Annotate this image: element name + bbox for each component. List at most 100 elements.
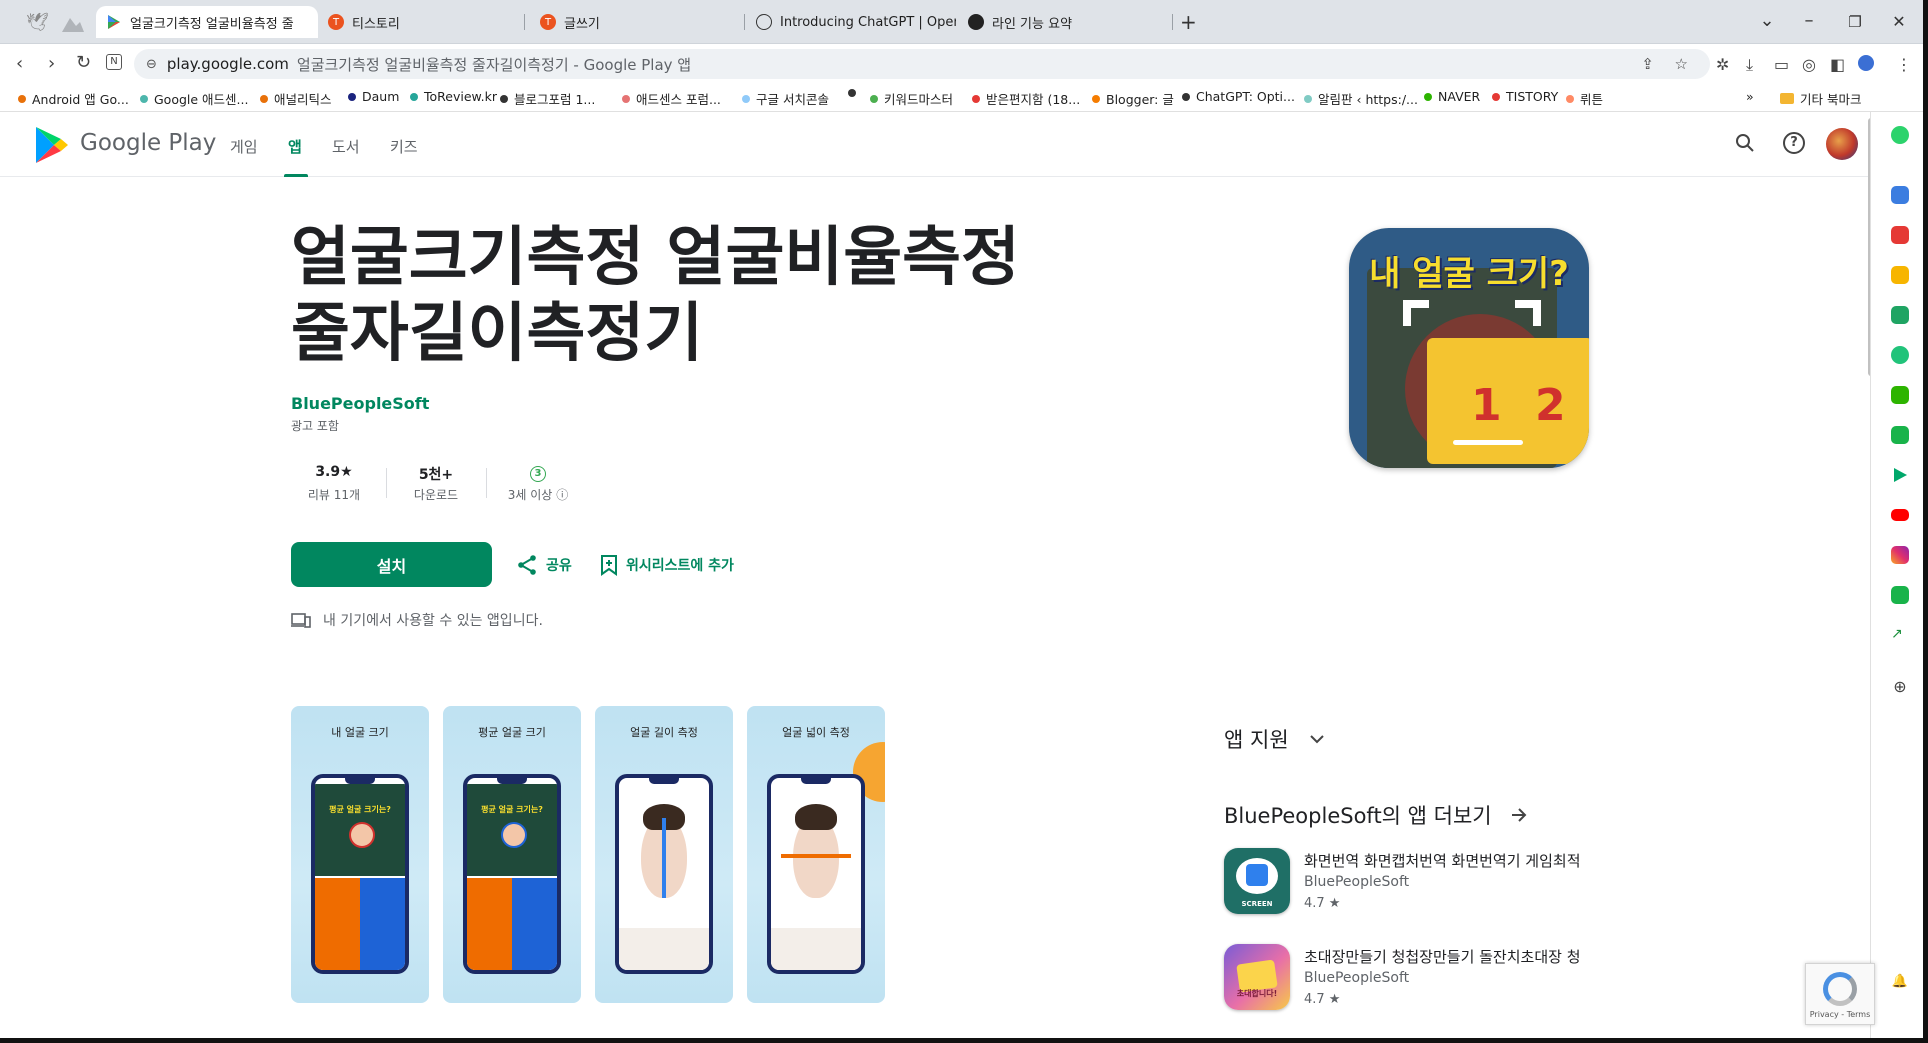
avatar-female-icon (349, 822, 375, 848)
bookmark-item[interactable]: ChatGPT: Opti... (1182, 89, 1295, 104)
sidebar-notification-icon[interactable]: 🔔 (1891, 974, 1909, 992)
sidebar-app-icon[interactable] (1891, 306, 1909, 324)
restore-button[interactable]: ❐ (1840, 13, 1870, 31)
bookmark-favicon-icon (18, 94, 26, 103)
bookmark-item[interactable]: Android 앱 Go... (18, 89, 129, 108)
install-button[interactable]: 설치 (291, 542, 492, 587)
bookmark-star-icon[interactable]: ☆ (1675, 55, 1688, 73)
sidebar-add-icon[interactable]: ⊕ (1891, 678, 1909, 696)
avatar[interactable] (1826, 128, 1858, 160)
tab-play-store[interactable]: 얼굴크기측정 얼굴비율측정 줄 (96, 6, 318, 38)
tab-line[interactable]: 라인 기능 요약 (958, 6, 1158, 38)
forward-icon[interactable]: › (48, 53, 55, 74)
tab-chatgpt[interactable]: Introducing ChatGPT | OpenA (746, 6, 956, 38)
sidebar-app-icon[interactable] (1891, 586, 1909, 604)
share-page-icon[interactable]: ⇪ (1641, 55, 1654, 73)
bookmark-item[interactable]: 키워드마스터 (870, 89, 953, 108)
related-app-item[interactable]: 초대합니다! 초대장만들기 청첩장만들기 돌잔치초대장 청 BluePeople… (1224, 944, 1604, 1014)
tab-search-button[interactable]: ⌄ (1752, 10, 1782, 31)
info-icon[interactable]: ⓘ (556, 488, 568, 502)
tab-write[interactable]: T 글쓰기 (530, 6, 730, 38)
tistory-favicon-icon: T (328, 14, 344, 30)
result-panel (360, 878, 405, 970)
nav-games[interactable]: 게임 (230, 136, 258, 157)
bookmark-item[interactable] (848, 89, 856, 97)
reader-icon[interactable]: N (106, 54, 122, 70)
download-icon[interactable]: ⤓ (1746, 55, 1753, 75)
bookmark-item[interactable]: 알림판 ‹ https:/... (1304, 89, 1418, 108)
bookmark-item[interactable]: 구글 서치콘솔 (742, 89, 829, 108)
developer-link[interactable]: BluePeopleSoft (291, 394, 429, 413)
bookmark-favicon-icon (848, 89, 856, 97)
google-play-logo-text[interactable]: Google Play (80, 130, 216, 156)
recaptcha-badge[interactable]: Privacy - Terms (1805, 963, 1875, 1025)
tab-tistory[interactable]: T 티스토리 (318, 6, 518, 38)
folder-label: 기타 북마크 (1800, 92, 1862, 107)
sidebar-instagram-icon[interactable] (1891, 546, 1909, 564)
bookmark-item[interactable]: Blogger: 글 (1092, 89, 1174, 108)
sidebar-app-icon[interactable] (1891, 386, 1909, 404)
bookmark-item[interactable]: Google 애드센... (140, 89, 248, 108)
nav-apps[interactable]: 앱 (288, 136, 302, 157)
nav-kids[interactable]: 키즈 (390, 136, 418, 157)
bookmark-item[interactable]: NAVER (1424, 89, 1480, 104)
google-play-logo-icon[interactable] (34, 126, 70, 168)
sidebar-app-icon[interactable] (1891, 186, 1909, 204)
extensions-icon[interactable]: ✲ (1716, 55, 1729, 74)
bookmark-item[interactable]: 블로그포럼 1... (500, 89, 595, 108)
bookmark-item[interactable]: ToReview.kr (410, 89, 497, 104)
stat-divider (386, 468, 387, 498)
icon-ruler-number: 1 (1471, 380, 1502, 431)
sidebar-youtube-icon[interactable] (1891, 509, 1909, 521)
recaptcha-links[interactable]: Privacy - Terms (1806, 1010, 1874, 1019)
bookmark-item[interactable]: 애널리틱스 (260, 89, 332, 108)
new-tab-button[interactable]: + (1180, 10, 1197, 34)
back-icon[interactable]: ‹ (16, 53, 23, 74)
screenshot-4[interactable]: 얼굴 넓이 측정 (747, 706, 885, 1003)
share-button[interactable]: 공유 (516, 554, 572, 576)
reload-icon[interactable]: ↻ (76, 52, 91, 73)
nav-books[interactable]: 도서 (332, 136, 360, 157)
camera-icon[interactable]: ▭ (1774, 55, 1789, 74)
profile-icon[interactable] (1858, 55, 1874, 71)
bookmark-label: Android 앱 Go... (32, 92, 129, 107)
width-measure-line (781, 854, 851, 858)
bookmark-item[interactable]: Daum (348, 89, 399, 104)
close-window-button[interactable]: ✕ (1884, 12, 1914, 31)
tab-separator (744, 14, 745, 30)
sidebar-app-icon[interactable] (1891, 226, 1909, 244)
sidebar-play-icon[interactable] (1891, 466, 1909, 484)
bookmark-item[interactable]: TISTORY (1492, 89, 1558, 104)
help-icon[interactable]: ? (1783, 132, 1805, 154)
other-bookmarks-folder[interactable]: 기타 북마크 (1780, 89, 1861, 108)
side-panel-icon[interactable]: ◧ (1830, 55, 1845, 74)
menu-kebab-icon[interactable]: ⋮ (1896, 55, 1912, 74)
sidebar-app-icon[interactable] (1891, 126, 1909, 144)
more-apps-link[interactable]: BluePeopleSoft의 앱 더보기 (1224, 800, 1528, 830)
site-info-icon[interactable]: ⊖ (146, 57, 157, 72)
tab-separator (524, 14, 525, 30)
screenshot-icon[interactable]: ◎ (1802, 55, 1816, 74)
sidebar-app-icon[interactable] (1891, 426, 1909, 444)
sidebar-chart-icon[interactable]: ↗ (1891, 626, 1909, 644)
screenshot-2[interactable]: 평균 얼굴 크기 평균 얼굴 크기는? (443, 706, 581, 1003)
sidebar-app-icon[interactable] (1891, 266, 1909, 284)
bookmark-item[interactable]: 뤼튼 (1566, 89, 1603, 108)
wishlist-button[interactable]: 위시리스트에 추가 (600, 554, 734, 576)
tab-title: 글쓰기 (564, 16, 600, 32)
related-app-item[interactable]: SCREEN 화면번역 화면캡처번역 화면번역기 게임최적 BluePeople… (1224, 848, 1604, 918)
bookmark-label: 뤼튼 (1580, 92, 1604, 107)
app-support-toggle[interactable]: 앱 지원 (1224, 724, 1325, 754)
minimize-button[interactable]: – (1794, 10, 1824, 31)
screenshot-1[interactable]: 내 얼굴 크기 평균 얼굴 크기는? (291, 706, 429, 1003)
bookmark-label: ToReview.kr (424, 89, 497, 104)
url-omnibox[interactable]: ⊖ play.google.com 얼굴크기측정 얼굴비율측정 줄자길이측정기 … (134, 49, 1710, 79)
bookmark-item[interactable]: 받은편지함 (18... (972, 89, 1080, 108)
bird-icon[interactable]: 🕊 (26, 12, 49, 33)
search-icon[interactable] (1734, 132, 1756, 158)
bookmark-item[interactable]: 애드센스 포럼... (622, 89, 721, 108)
mountain-icon[interactable] (62, 14, 84, 32)
bookmarks-overflow-button[interactable]: » (1746, 89, 1754, 104)
sidebar-app-icon[interactable] (1891, 346, 1909, 364)
screenshot-3[interactable]: 얼굴 길이 측정 (595, 706, 733, 1003)
